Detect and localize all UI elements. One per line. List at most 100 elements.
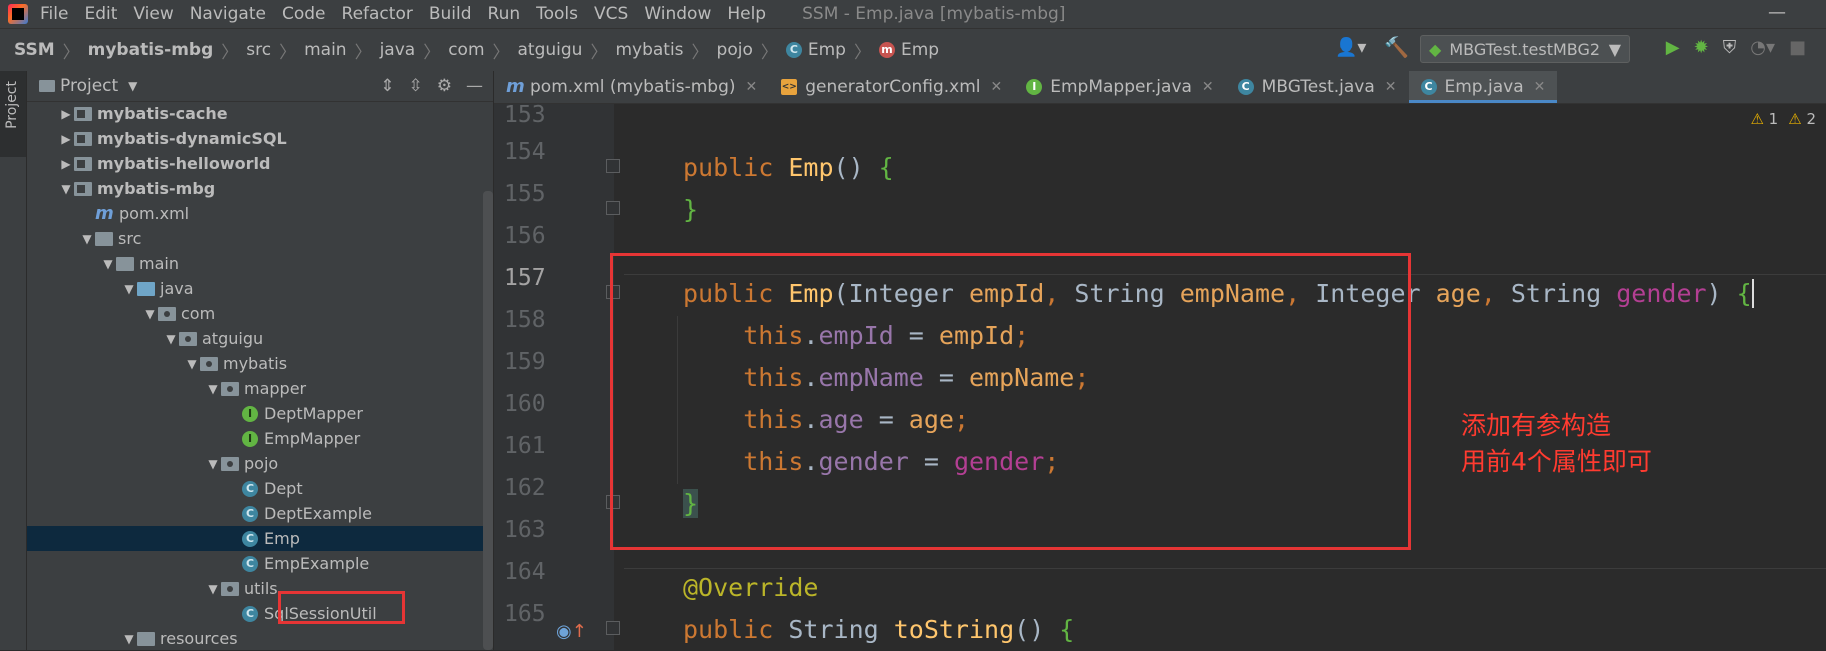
chevron-down-icon[interactable]: ▼ xyxy=(58,182,74,196)
breadcrumb-item[interactable]: java xyxy=(380,40,416,60)
line-number: 165 xyxy=(504,601,546,627)
tree-item[interactable]: ▶ mybatis-helloworld xyxy=(27,151,493,176)
chevron-right-icon[interactable]: ▶ xyxy=(58,132,74,146)
tree-item[interactable]: I EmpMapper xyxy=(27,426,493,451)
tree-item[interactable]: ▶ mybatis-cache xyxy=(27,101,493,126)
minimize-icon[interactable]: — xyxy=(1768,2,1786,23)
override-gutter-icon[interactable]: ◉↑ xyxy=(556,621,587,642)
menu-navigate[interactable]: Navigate xyxy=(190,4,266,24)
chevron-down-icon[interactable]: ▼ xyxy=(128,79,137,93)
tree-item[interactable]: ▼ java xyxy=(27,276,493,301)
tree-item[interactable]: ▼ mapper xyxy=(27,376,493,401)
editor-tab[interactable]: m pom.xml (mybatis-mbg) ✕ xyxy=(494,71,769,103)
tree-item[interactable]: m pom.xml xyxy=(27,201,493,226)
breadcrumb-item[interactable]: src xyxy=(246,40,271,60)
package-icon xyxy=(158,306,176,321)
project-tool-tab[interactable]: Project xyxy=(0,71,26,157)
chevron-down-icon[interactable]: ▼ xyxy=(142,307,158,321)
menu-build[interactable]: Build xyxy=(429,4,472,24)
tree-item[interactable]: ▼ mybatis xyxy=(27,351,493,376)
profile-icon[interactable]: ◔▾ xyxy=(1750,37,1775,58)
menu-help[interactable]: Help xyxy=(727,4,766,24)
tree-item[interactable]: C DeptExample xyxy=(27,501,493,526)
tree-item[interactable]: ▼ src xyxy=(27,226,493,251)
editor-tab[interactable]: C Emp.java ✕ xyxy=(1408,71,1558,103)
module-folder-icon xyxy=(74,181,92,196)
chevron-down-icon[interactable]: ▼ xyxy=(163,332,179,346)
run-icon[interactable]: ▶ xyxy=(1666,37,1680,58)
tree-item[interactable]: ▼ resources xyxy=(27,626,493,651)
close-icon[interactable]: ✕ xyxy=(1385,79,1397,95)
breadcrumb-item[interactable]: com xyxy=(448,40,484,60)
chevron-right-icon[interactable]: ▶ xyxy=(58,157,74,171)
breadcrumb-item[interactable]: Emp xyxy=(901,40,939,60)
tree-item[interactable]: C Dept xyxy=(27,476,493,501)
breadcrumb-item[interactable]: SSM xyxy=(14,40,55,60)
close-icon[interactable]: ✕ xyxy=(991,79,1003,95)
menu-window[interactable]: Window xyxy=(644,4,711,24)
coverage-icon[interactable]: ⛨ xyxy=(1723,37,1737,58)
breadcrumb-item[interactable]: Emp xyxy=(808,40,846,60)
project-panel-title[interactable]: Project xyxy=(60,76,118,96)
close-icon[interactable]: ✕ xyxy=(1202,79,1214,95)
folder-icon xyxy=(95,231,113,246)
project-scrollbar[interactable] xyxy=(483,191,493,650)
interface-icon: I xyxy=(242,405,258,422)
tree-item[interactable]: C Emp xyxy=(27,526,493,551)
close-icon[interactable]: ✕ xyxy=(1534,79,1546,95)
hide-icon[interactable]: — xyxy=(466,76,483,96)
fold-marker-icon[interactable] xyxy=(606,201,620,215)
menu-edit[interactable]: Edit xyxy=(84,4,117,24)
breadcrumb-item[interactable]: mybatis xyxy=(615,40,683,60)
menu-refactor[interactable]: Refactor xyxy=(342,4,413,24)
chevron-down-icon: ▼ xyxy=(1608,39,1621,59)
menu-tools[interactable]: Tools xyxy=(536,4,578,24)
chevron-down-icon[interactable]: ▼ xyxy=(205,582,221,596)
tree-item[interactable]: ▼ com xyxy=(27,301,493,326)
tree-item[interactable]: C EmpExample xyxy=(27,551,493,576)
chevron-down-icon[interactable]: ▼ xyxy=(79,232,95,246)
tree-item[interactable]: ▼ utils xyxy=(27,576,493,601)
chevron-down-icon[interactable]: ▼ xyxy=(100,257,116,271)
menu-view[interactable]: View xyxy=(133,4,173,24)
close-icon[interactable]: ✕ xyxy=(746,79,758,95)
chevron-down-icon[interactable]: ▼ xyxy=(121,632,137,646)
collapse-all-icon[interactable]: ⇳ xyxy=(409,76,423,96)
run-configuration-select[interactable]: ◆ MBGTest.testMBG2 ▼ xyxy=(1420,35,1630,63)
tree-item[interactable]: ▼ main xyxy=(27,251,493,276)
fold-marker-icon[interactable] xyxy=(606,159,620,173)
stop-icon[interactable]: ■ xyxy=(1789,37,1806,58)
warning-icon: ⚠ xyxy=(1788,110,1802,128)
chevron-down-icon[interactable]: ▼ xyxy=(121,282,137,296)
user-icon[interactable]: 👤▾ xyxy=(1335,37,1366,58)
build-hammer-icon[interactable]: 🔨 xyxy=(1384,35,1409,59)
chevron-down-icon[interactable]: ▼ xyxy=(205,457,221,471)
editor-tab[interactable]: I EmpMapper.java ✕ xyxy=(1014,71,1225,103)
editor-tab[interactable]: <> generatorConfig.xml ✕ xyxy=(769,71,1014,103)
expand-all-icon[interactable]: ⇕ xyxy=(380,76,394,96)
tree-item[interactable]: I DeptMapper xyxy=(27,401,493,426)
tree-item[interactable]: ▼ mybatis-mbg xyxy=(27,176,493,201)
module-folder-icon xyxy=(74,106,92,121)
tree-item[interactable]: ▶ mybatis-dynamicSQL xyxy=(27,126,493,151)
editor-tab[interactable]: C MBGTest.java ✕ xyxy=(1226,71,1409,103)
breadcrumb-item[interactable]: atguigu xyxy=(518,40,583,60)
breadcrumb-item[interactable]: pojo xyxy=(717,40,753,60)
menu-file[interactable]: File xyxy=(40,4,68,24)
chevron-right-icon[interactable]: ▶ xyxy=(58,107,74,121)
menu-vcs[interactable]: VCS xyxy=(594,4,628,24)
menu-run[interactable]: Run xyxy=(488,4,521,24)
menu-code[interactable]: Code xyxy=(282,4,326,24)
inspection-widget[interactable]: ⚠ 1 ⚠ 2 xyxy=(1750,110,1816,128)
breadcrumb-item[interactable]: mybatis-mbg xyxy=(88,40,214,60)
debug-icon[interactable]: ✹ xyxy=(1694,37,1709,58)
chevron-down-icon[interactable]: ▼ xyxy=(205,382,221,396)
tree-item[interactable]: ▼ atguigu xyxy=(27,326,493,351)
fold-marker-icon[interactable] xyxy=(606,621,620,635)
tree-item[interactable]: ▼ pojo xyxy=(27,451,493,476)
gear-icon[interactable]: ⚙ xyxy=(437,76,452,96)
chevron-down-icon[interactable]: ▼ xyxy=(184,357,200,371)
tree-item[interactable]: C SqlSessionUtil xyxy=(27,601,493,626)
breadcrumb-item[interactable]: main xyxy=(304,40,346,60)
folder-icon xyxy=(137,631,155,646)
